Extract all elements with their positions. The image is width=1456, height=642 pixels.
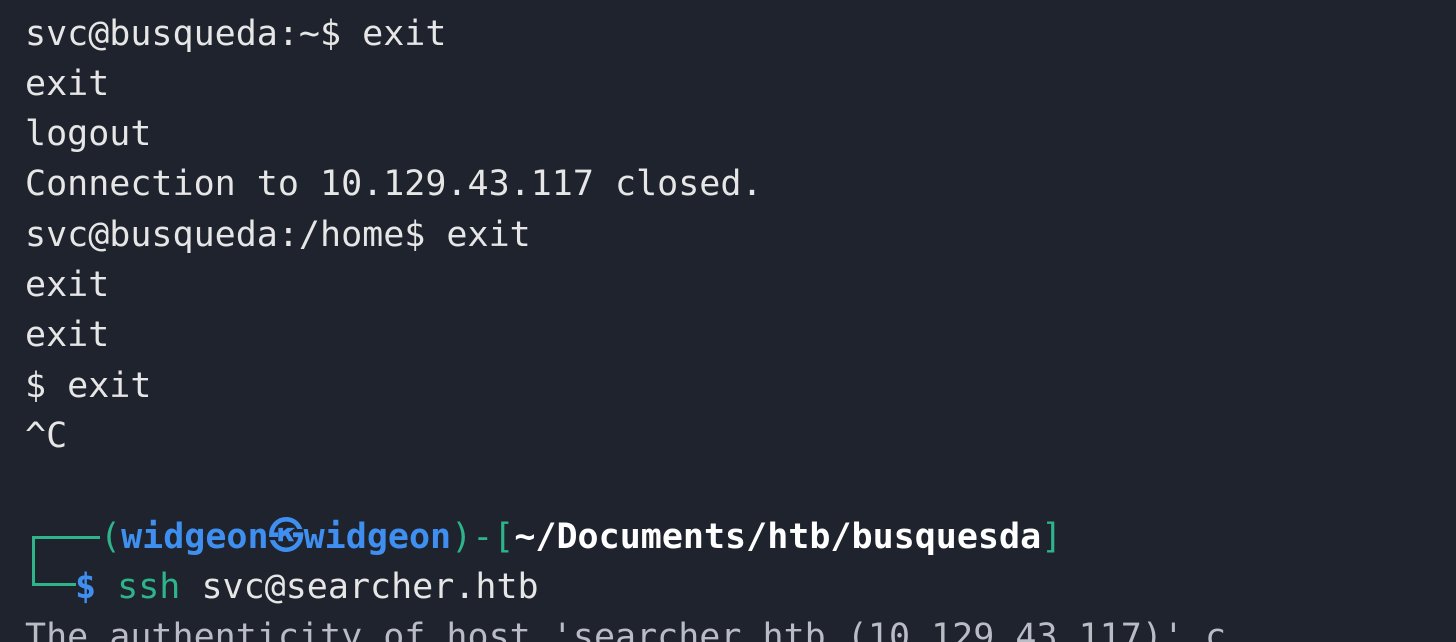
prompt-user: widgeon (121, 517, 269, 557)
terminal-line: logout (25, 114, 152, 154)
terminal-line: svc@busqueda:/home$ exit (25, 215, 531, 255)
terminal-line: exit (25, 265, 110, 305)
command-name: ssh (117, 567, 181, 607)
prompt-dollar: $ (75, 567, 97, 607)
prompt-close-bracket: ] (1041, 517, 1063, 557)
prompt-path: ~/Documents/htb/busquesda (514, 517, 1042, 557)
terminal-line: exit (25, 64, 110, 104)
terminal-line: exit (25, 315, 110, 355)
terminal-line: $ exit (25, 366, 152, 406)
terminal-window[interactable]: svc@busqueda:~$ exit exit logout Connect… (0, 0, 1456, 642)
terminal-line: svc@busqueda:~$ exit (25, 14, 447, 54)
terminal-line-partial: The authenticity of host 'searcher.htb (… (25, 617, 1227, 642)
prompt-open-paren: ( (100, 517, 122, 557)
prompt-header: (widgeon㉿widgeon)-[~/Documents/htb/busqu… (100, 512, 1062, 562)
prompt-host: widgeon (303, 517, 452, 557)
terminal-line: ^C (25, 416, 68, 456)
prompt-frame-bottom (32, 566, 76, 586)
command-line[interactable]: $ ssh svc@searcher.htb (75, 562, 539, 612)
prompt-at-icon: ㉿ (268, 517, 304, 557)
terminal-line: Connection to 10.129.43.117 closed. (25, 164, 763, 204)
command-args: svc@searcher.htb (180, 567, 539, 607)
prompt-close-paren: )-[ (451, 517, 515, 557)
